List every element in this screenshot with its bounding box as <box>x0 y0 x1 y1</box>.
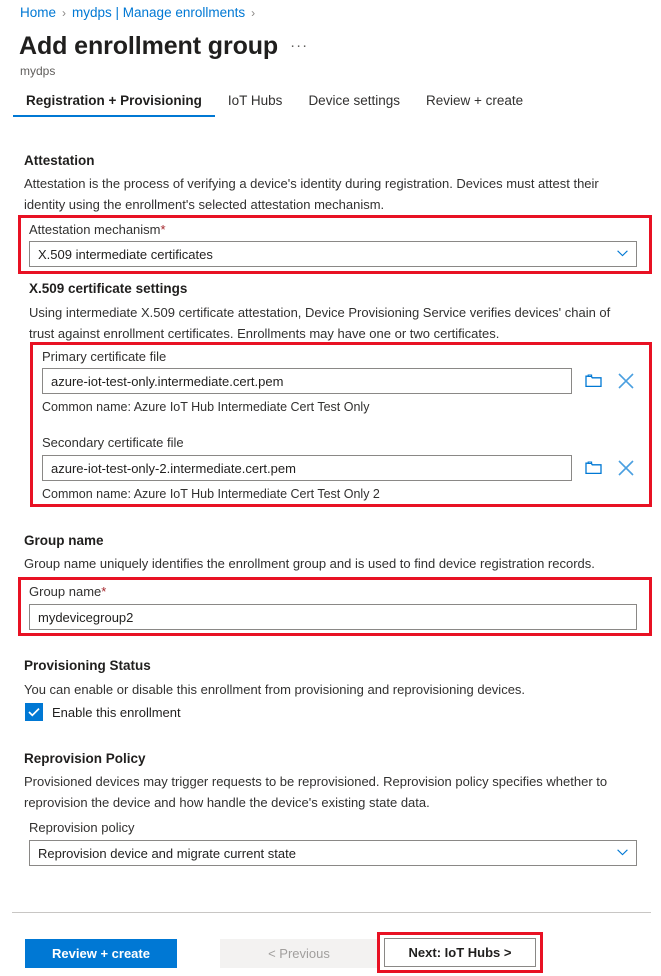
group-name-input[interactable]: mydevicegroup2 <box>29 604 637 630</box>
previous-button: < Previous <box>220 939 378 968</box>
reprovision-policy-description: Provisioned devices may trigger requests… <box>24 774 608 810</box>
required-marker: * <box>160 222 166 237</box>
enable-enrollment-checkbox-row[interactable]: Enable this enrollment <box>25 703 181 721</box>
attestation-mechanism-select[interactable]: X.509 intermediate certificates <box>29 241 637 267</box>
enable-enrollment-checkbox[interactable] <box>25 703 43 721</box>
tab-iot-hubs[interactable]: IoT Hubs <box>215 93 296 117</box>
provisioning-status-heading: Provisioning Status <box>24 658 151 673</box>
secondary-clear-close-icon[interactable] <box>615 456 637 480</box>
tab-registration-provisioning[interactable]: Registration + Provisioning <box>13 93 215 117</box>
more-options-icon[interactable]: ··· <box>290 37 308 54</box>
next-iot-hubs-button[interactable]: Next: IoT Hubs > <box>384 938 536 967</box>
breadcrumb: Home › mydps | Manage enrollments › <box>20 5 255 20</box>
provisioning-status-description: You can enable or disable this enrollmen… <box>24 682 526 697</box>
title-row: Add enrollment group ··· <box>19 32 308 61</box>
breadcrumb-item-manage-enrollments[interactable]: mydps | Manage enrollments <box>72 5 245 20</box>
x509-settings-heading: X.509 certificate settings <box>29 281 188 296</box>
breadcrumb-separator-icon: › <box>62 5 67 20</box>
attestation-heading: Attestation <box>24 153 95 168</box>
x509-highlight-box <box>30 342 652 507</box>
x509-settings-description: Using intermediate X.509 certificate att… <box>29 305 611 341</box>
chevron-down-icon <box>617 848 628 859</box>
add-enrollment-group-page: Home › mydps | Manage enrollments › Add … <box>0 0 661 976</box>
page-subtitle: mydps <box>20 64 56 78</box>
primary-browse-folder-icon[interactable] <box>583 369 603 393</box>
review-create-button[interactable]: Review + create <box>25 939 177 968</box>
page-title: Add enrollment group <box>19 32 279 60</box>
attestation-mechanism-value: X.509 intermediate certificates <box>38 246 213 262</box>
secondary-certificate-value: azure-iot-test-only-2.intermediate.cert.… <box>51 460 296 476</box>
secondary-certificate-label: Secondary certificate file <box>42 435 184 450</box>
group-name-value: mydevicegroup2 <box>38 609 134 625</box>
primary-certificate-label: Primary certificate file <box>42 349 167 364</box>
group-name-field-label-text: Group name <box>29 584 102 599</box>
footer-divider <box>12 912 651 913</box>
reprovision-policy-value: Reprovision device and migrate current s… <box>38 845 296 861</box>
tab-review-create[interactable]: Review + create <box>413 93 536 117</box>
attestation-mechanism-label-text: Attestation mechanism <box>29 222 161 237</box>
tab-device-settings[interactable]: Device settings <box>295 93 413 117</box>
enable-enrollment-label: Enable this enrollment <box>52 704 181 720</box>
reprovision-policy-select[interactable]: Reprovision device and migrate current s… <box>29 840 637 866</box>
primary-clear-close-icon[interactable] <box>615 369 637 393</box>
reprovision-policy-field-label: Reprovision policy <box>29 820 135 835</box>
secondary-common-name: Common name: Azure IoT Hub Intermediate … <box>42 487 380 501</box>
group-name-description: Group name uniquely identifies the enrol… <box>24 556 595 571</box>
group-name-heading: Group name <box>24 533 104 548</box>
secondary-browse-folder-icon[interactable] <box>583 456 603 480</box>
chevron-down-icon <box>617 249 628 260</box>
group-name-field-label: Group name* <box>29 584 106 599</box>
wizard-tabs: Registration + Provisioning IoT Hubs Dev… <box>13 93 536 117</box>
breadcrumb-item-home[interactable]: Home <box>20 5 56 20</box>
required-marker: * <box>101 584 107 599</box>
breadcrumb-separator-icon: › <box>251 5 256 20</box>
attestation-description: Attestation is the process of verifying … <box>24 176 599 212</box>
primary-certificate-input[interactable]: azure-iot-test-only.intermediate.cert.pe… <box>42 368 572 394</box>
primary-common-name: Common name: Azure IoT Hub Intermediate … <box>42 400 370 414</box>
primary-certificate-value: azure-iot-test-only.intermediate.cert.pe… <box>51 373 284 389</box>
attestation-mechanism-label: Attestation mechanism* <box>29 222 166 237</box>
secondary-certificate-input[interactable]: azure-iot-test-only-2.intermediate.cert.… <box>42 455 572 481</box>
reprovision-policy-heading: Reprovision Policy <box>24 751 146 766</box>
